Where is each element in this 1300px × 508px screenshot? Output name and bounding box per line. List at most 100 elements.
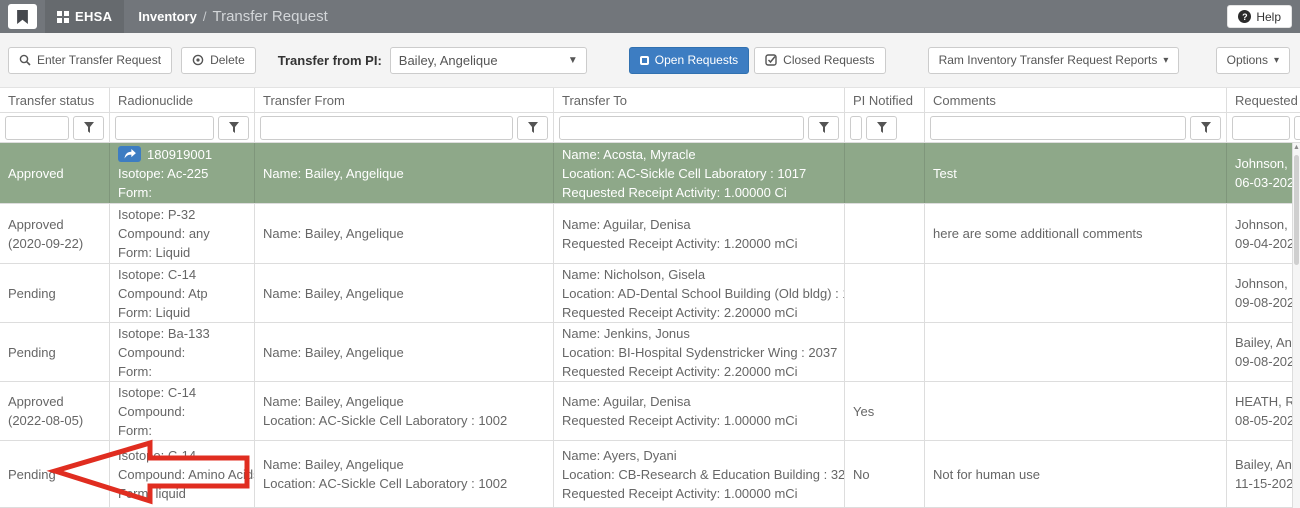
- closed-requests-button[interactable]: Closed Requests: [754, 47, 885, 74]
- funnel-icon: [229, 122, 239, 133]
- pi-select[interactable]: Bailey, Angelique ▼: [390, 47, 587, 74]
- help-button[interactable]: ? Help: [1227, 5, 1292, 28]
- cell-radionuclide: 180919001 Isotope: Ac-225Form:: [110, 143, 255, 203]
- cell-radionuclide: Isotope: C-14Compound:Form:: [110, 382, 255, 440]
- cell-transfer-from: Name: Bailey, AngeliqueLocation: AC-Sick…: [255, 441, 554, 507]
- filter-input-radionuclide[interactable]: [115, 116, 214, 140]
- column-header-transfer-status[interactable]: Transfer status: [0, 88, 110, 112]
- transfer-from-pi-label: Transfer from PI:: [278, 53, 382, 68]
- cell-requested-by: Johnson, Kar06-03-2020 (: [1227, 143, 1300, 203]
- cell-comments: here are some additionall comments: [925, 204, 1227, 263]
- cell-radionuclide: Isotope: Ba-133Compound:Form:: [110, 323, 255, 381]
- cell-radionuclide: Isotope: C-14Compound: AtpForm: Liquid: [110, 264, 255, 322]
- table-row[interactable]: Approved(2022-08-05) Isotope: C-14Compou…: [0, 382, 1300, 441]
- table-row[interactable]: Pending Isotope: C-14Compound: AtpForm: …: [0, 264, 1300, 323]
- enter-transfer-request-button[interactable]: Enter Transfer Request: [8, 47, 172, 74]
- cell-transfer-to: Name: Jenkins, JonusLocation: BI-Hospita…: [554, 323, 845, 381]
- brand-segment[interactable]: EHSA: [45, 0, 124, 33]
- filter-button-requested-by[interactable]: [1294, 116, 1300, 140]
- bookmark-icon: [17, 10, 28, 24]
- cell-transfer-from: Name: Bailey, Angelique: [255, 204, 554, 263]
- filter-button-pi-notified[interactable]: [866, 116, 897, 140]
- cell-requested-by: Johnson, Kar09-08-2020 (: [1227, 264, 1300, 322]
- filter-button-comments[interactable]: [1190, 116, 1221, 140]
- cell-transfer-to: Name: Aguilar, DenisaRequested Receipt A…: [554, 204, 845, 263]
- cell-transfer-from: Name: Bailey, Angelique: [255, 323, 554, 381]
- filter-input-pi-notified[interactable]: [850, 116, 862, 140]
- forward-arrow-icon: [124, 149, 136, 159]
- toolbar: Enter Transfer Request Delete Transfer f…: [0, 33, 1300, 88]
- chevron-down-icon: ▼: [568, 55, 578, 66]
- filter-input-comments[interactable]: [930, 116, 1186, 140]
- options-dropdown-button[interactable]: Options ▾: [1216, 47, 1290, 74]
- reports-dropdown-button[interactable]: Ram Inventory Transfer Request Reports ▾: [928, 47, 1180, 74]
- column-header-comments[interactable]: Comments: [925, 88, 1227, 112]
- cell-comments: [925, 264, 1227, 322]
- cell-pi-notified: Yes: [845, 382, 925, 440]
- filter-button-transfer-from[interactable]: [517, 116, 548, 140]
- table-body: Approved 180919001 Isotope: Ac-225Form: …: [0, 143, 1300, 508]
- brand-name: EHSA: [75, 9, 112, 24]
- funnel-icon: [819, 122, 829, 133]
- filter-input-transfer-status[interactable]: [5, 116, 69, 140]
- table-row[interactable]: Approved(2020-09-22) Isotope: P-32Compou…: [0, 204, 1300, 264]
- chevron-down-icon: ▾: [1163, 55, 1168, 66]
- cell-transfer-from: Name: Bailey, AngeliqueLocation: AC-Sick…: [255, 382, 554, 440]
- filter-row: [0, 113, 1300, 143]
- cell-pi-notified: [845, 143, 925, 203]
- transfer-request-table: Transfer status Radionuclide Transfer Fr…: [0, 88, 1300, 508]
- delete-icon: [192, 54, 204, 66]
- cell-comments: [925, 323, 1227, 381]
- funnel-icon: [84, 122, 94, 133]
- breadcrumb-divider: /: [203, 9, 207, 24]
- pi-select-value: Bailey, Angelique: [399, 53, 498, 68]
- help-icon: ?: [1238, 10, 1251, 23]
- filter-button-transfer-status[interactable]: [73, 116, 104, 140]
- breadcrumb[interactable]: Inventory: [138, 9, 197, 24]
- column-header-transfer-from[interactable]: Transfer From: [255, 88, 554, 112]
- column-header-transfer-to[interactable]: Transfer To: [554, 88, 845, 112]
- scroll-up-icon[interactable]: ▲: [1293, 143, 1300, 153]
- cell-comments: Not for human use: [925, 441, 1227, 507]
- filter-input-transfer-from[interactable]: [260, 116, 513, 140]
- filter-input-requested-by[interactable]: [1232, 116, 1290, 140]
- table-header-row: Transfer status Radionuclide Transfer Fr…: [0, 88, 1300, 113]
- table-row[interactable]: Pending Isotope: C-14Compound: Amino Aci…: [0, 441, 1300, 508]
- table-row[interactable]: Approved 180919001 Isotope: Ac-225Form: …: [0, 143, 1300, 204]
- open-requests-icon: [640, 56, 649, 65]
- cell-transfer-from: Name: Bailey, Angelique: [255, 264, 554, 322]
- transfer-forward-badge[interactable]: [118, 146, 141, 162]
- cell-pi-notified: No: [845, 441, 925, 507]
- search-icon: [19, 54, 31, 66]
- filter-button-transfer-to[interactable]: [808, 116, 839, 140]
- cell-comments: Test: [925, 143, 1227, 203]
- table-row[interactable]: Pending Isotope: Ba-133Compound:Form: Na…: [0, 323, 1300, 382]
- cell-comments: [925, 382, 1227, 440]
- filter-button-radionuclide[interactable]: [218, 116, 249, 140]
- column-header-radionuclide[interactable]: Radionuclide: [110, 88, 255, 112]
- cell-pi-notified: [845, 204, 925, 263]
- cell-transfer-status: Pending: [0, 323, 110, 381]
- help-label: Help: [1256, 10, 1281, 24]
- top-bar: EHSA Inventory / Transfer Request ? Help: [0, 0, 1300, 33]
- open-requests-button[interactable]: Open Requests: [629, 47, 749, 74]
- column-header-pi-notified[interactable]: PI Notified: [845, 88, 925, 112]
- cell-radionuclide: Isotope: C-14Compound: Amino AcidsForm: …: [110, 441, 255, 507]
- bookmark-button[interactable]: [8, 4, 37, 29]
- column-header-requested-by[interactable]: Requested By: [1227, 88, 1300, 112]
- funnel-icon: [528, 122, 538, 133]
- grid-icon: [57, 11, 69, 23]
- cell-pi-notified: [845, 323, 925, 381]
- closed-requests-check-icon: [765, 54, 777, 66]
- chevron-down-icon: ▾: [1274, 55, 1279, 66]
- filter-input-transfer-to[interactable]: [559, 116, 804, 140]
- cell-pi-notified: [845, 264, 925, 322]
- vertical-scrollbar[interactable]: ▲: [1292, 143, 1300, 508]
- cell-transfer-to: Name: Acosta, MyracleLocation: AC-Sickle…: [554, 143, 845, 203]
- delete-button[interactable]: Delete: [181, 47, 256, 74]
- cell-requested-by: HEATH, ROE08-05-2022 (: [1227, 382, 1300, 440]
- cell-radionuclide: Isotope: P-32Compound: anyForm: Liquid: [110, 204, 255, 263]
- scrollbar-thumb[interactable]: [1294, 155, 1299, 265]
- cell-transfer-status: Pending: [0, 264, 110, 322]
- page-title: Transfer Request: [212, 8, 327, 25]
